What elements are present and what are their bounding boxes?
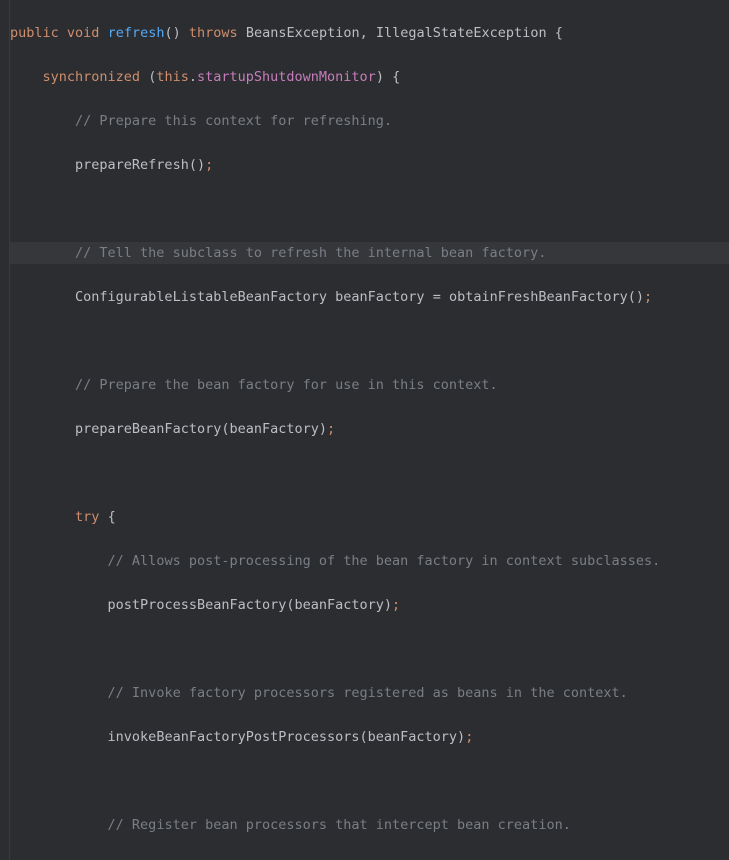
code-line[interactable]: try {	[10, 506, 729, 528]
semicolon: ;	[205, 157, 213, 173]
comment: // Invoke factory processors registered …	[108, 685, 628, 701]
close-paren: )	[384, 597, 392, 613]
semicolon: ;	[465, 729, 473, 745]
semicolon: ;	[327, 421, 335, 437]
close-paren: )	[319, 421, 327, 437]
keyword-throws: throws	[189, 25, 238, 41]
keyword-void: void	[67, 25, 100, 41]
keyword-try: try	[75, 509, 99, 525]
method-call: prepareRefresh()	[75, 157, 205, 173]
code-line[interactable]: // Register bean processors that interce…	[10, 814, 729, 836]
code-line[interactable]	[10, 770, 729, 792]
field-ref: startupShutdownMonitor	[197, 69, 376, 85]
code-line[interactable]: // Prepare the bean factory for use in t…	[10, 374, 729, 396]
code-line[interactable]	[10, 330, 729, 352]
code-line[interactable]: // Prepare this context for refreshing.	[10, 110, 729, 132]
method-call: prepareBeanFactory(	[75, 421, 229, 437]
type-name: ConfigurableListableBeanFactory	[75, 289, 327, 305]
code-line[interactable]: prepareRefresh();	[10, 154, 729, 176]
code-line[interactable]: prepareBeanFactory(beanFactory);	[10, 418, 729, 440]
code-line[interactable]: synchronized (this.startupShutdownMonito…	[10, 66, 729, 88]
comment: // Prepare the bean factory for use in t…	[75, 377, 498, 393]
code-line-highlighted[interactable]: // Tell the subclass to refresh the inte…	[10, 242, 729, 264]
argument: beanFactory	[368, 729, 457, 745]
code-line[interactable]: // Invoke factory processors registered …	[10, 682, 729, 704]
code-line[interactable]: public void refresh() throws BeansExcept…	[10, 22, 729, 44]
comment: // Register bean processors that interce…	[108, 817, 571, 833]
comment: // Prepare this context for refreshing.	[75, 113, 392, 129]
code-line[interactable]: postProcessBeanFactory(beanFactory);	[10, 594, 729, 616]
code-line[interactable]	[10, 638, 729, 660]
equals: =	[433, 289, 441, 305]
method-call: postProcessBeanFactory(	[108, 597, 295, 613]
code-area[interactable]: public void refresh() throws BeansExcept…	[10, 0, 729, 860]
editor-gutter	[0, 0, 10, 860]
keyword-public: public	[10, 25, 59, 41]
variable: beanFactory	[335, 289, 424, 305]
comment: // Allows post-processing of the bean fa…	[108, 553, 661, 569]
keyword-this: this	[156, 69, 189, 85]
exception-type: IllegalStateException	[376, 25, 547, 41]
close-paren: )	[457, 729, 465, 745]
code-line[interactable]: invokeBeanFactoryPostProcessors(beanFact…	[10, 726, 729, 748]
rparen: )	[376, 69, 384, 85]
semicolon: ;	[644, 289, 652, 305]
argument: beanFactory	[294, 597, 383, 613]
argument: beanFactory	[229, 421, 318, 437]
method-name: refresh	[108, 25, 165, 41]
open-brace: {	[392, 69, 400, 85]
comma: ,	[360, 25, 368, 41]
semicolon: ;	[392, 597, 400, 613]
open-brace: {	[108, 509, 116, 525]
method-call: obtainFreshBeanFactory()	[449, 289, 644, 305]
keyword-synchronized: synchronized	[43, 69, 141, 85]
code-line[interactable]	[10, 462, 729, 484]
parens: ()	[164, 25, 180, 41]
method-call: invokeBeanFactoryPostProcessors(	[108, 729, 368, 745]
dot: .	[189, 69, 197, 85]
comment: // Tell the subclass to refresh the inte…	[75, 245, 546, 261]
exception-type: BeansException	[246, 25, 360, 41]
code-line[interactable]: ConfigurableListableBeanFactory beanFact…	[10, 286, 729, 308]
code-editor[interactable]: public void refresh() throws BeansExcept…	[0, 0, 729, 860]
code-line[interactable]: // Allows post-processing of the bean fa…	[10, 550, 729, 572]
code-line[interactable]	[10, 198, 729, 220]
open-brace: {	[555, 25, 563, 41]
